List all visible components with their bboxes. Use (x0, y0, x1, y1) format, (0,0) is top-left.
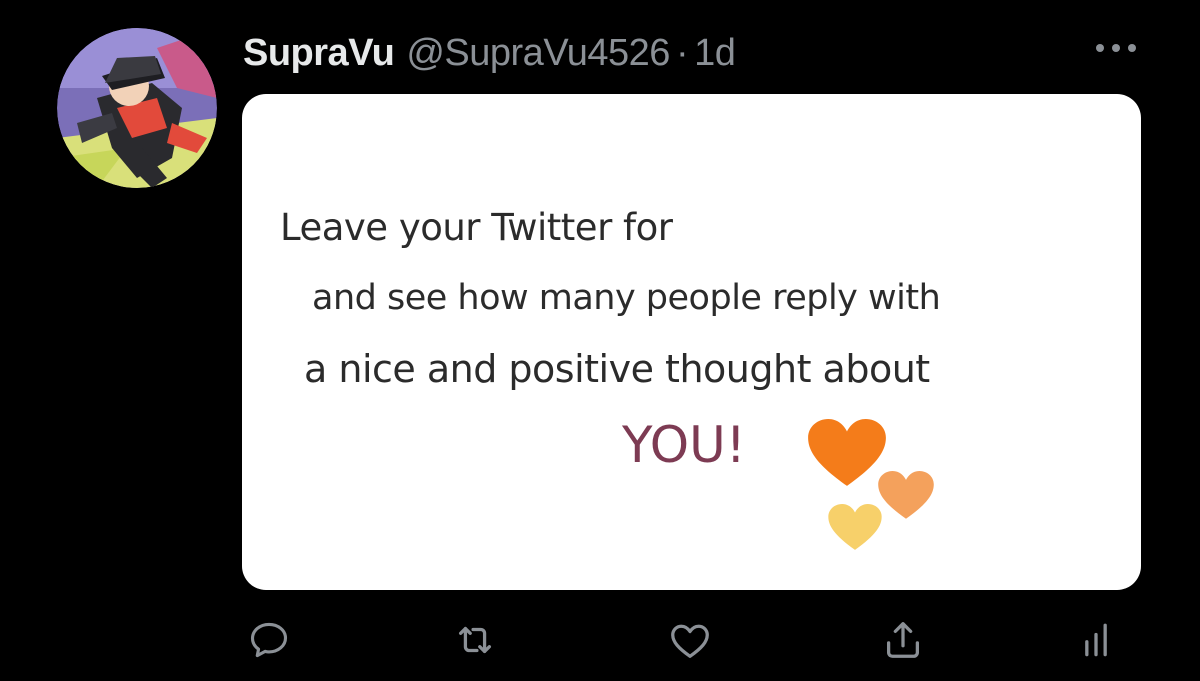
share-icon (886, 622, 920, 658)
reply-icon (250, 622, 288, 658)
heart-icon (671, 624, 709, 658)
meme-line-4: YOU! (622, 416, 746, 474)
share-button[interactable] (875, 612, 931, 668)
tweet-header: SupraVu @SupraVu4526 · 1d (243, 28, 736, 78)
more-button[interactable] (1088, 30, 1144, 66)
retweet-icon (458, 626, 492, 654)
avatar[interactable] (57, 28, 217, 188)
meme-line-3: a nice and positive thought about (304, 347, 930, 391)
tweet-actions (0, 612, 1200, 672)
display-name[interactable]: SupraVu (243, 32, 395, 75)
tweet-image[interactable]: Leave your Twitter for and see how many … (242, 94, 1141, 590)
timestamp[interactable]: 1d (694, 32, 736, 75)
analytics-icon (1085, 623, 1107, 657)
heart-yellow-icon (828, 504, 882, 550)
more-horizontal-icon (1096, 44, 1136, 52)
meme-line-2: and see how many people reply with (312, 278, 941, 318)
reply-button[interactable] (241, 612, 297, 668)
analytics-button[interactable] (1068, 612, 1124, 668)
retweet-button[interactable] (447, 612, 503, 668)
separator-dot: · (675, 31, 689, 74)
avatar-image (57, 28, 217, 188)
meme-line-1: Leave your Twitter for (280, 206, 673, 249)
user-handle[interactable]: @SupraVu4526 (406, 32, 670, 75)
like-button[interactable] (662, 612, 718, 668)
